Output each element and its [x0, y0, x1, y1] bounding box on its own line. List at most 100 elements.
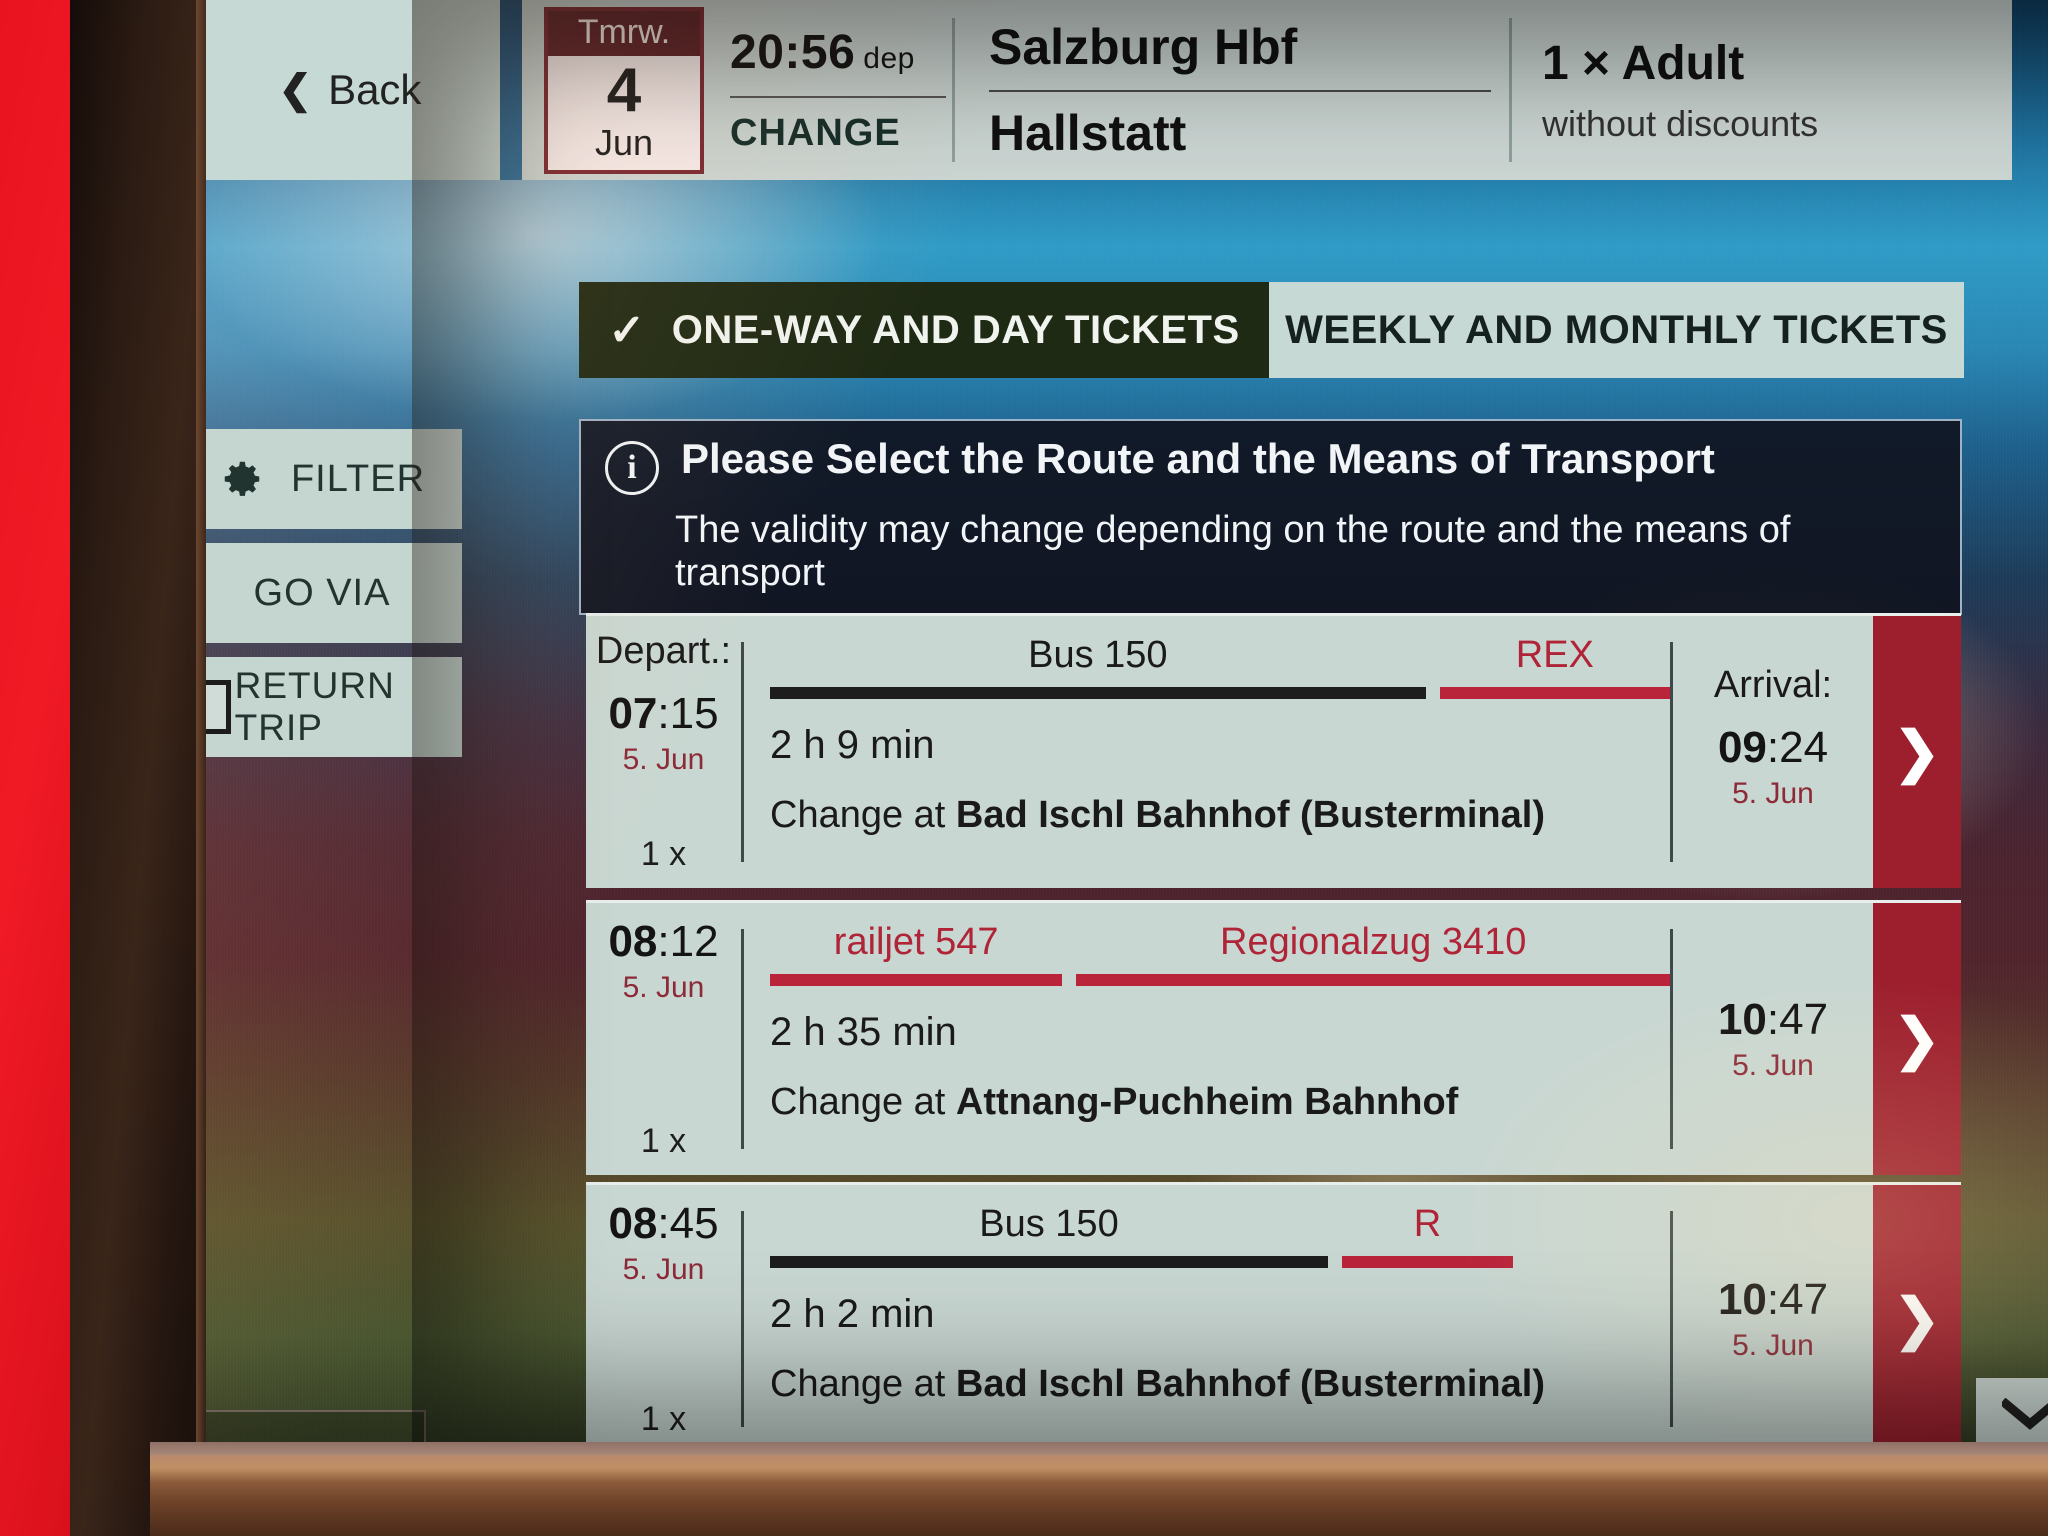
scroll-down-button[interactable]: [1976, 1378, 2048, 1452]
journey-duration: 2 h 2 min: [770, 1292, 935, 1336]
journey-result-row[interactable]: Depart.: 07:15 5. Jun 1 x Bus 150 REX 2 h 9 mi…: [586, 613, 1961, 888]
return-trip-checkbox[interactable]: [206, 680, 231, 734]
journey-leg-bar: [770, 687, 1426, 699]
depart-header: Depart.:: [595, 630, 732, 672]
travel-date-month: Jun: [594, 121, 654, 163]
journey-result-row[interactable]: 08:45 5. Jun 1 x Bus 150 R 2 h 2 min Change at…: [586, 1182, 1961, 1452]
gear-icon: [224, 461, 260, 496]
journey-depart-time: 08:12: [608, 917, 719, 966]
change-time-button[interactable]: CHANGE: [730, 112, 952, 155]
origin-station: Salzburg Hbf: [989, 19, 1298, 75]
journey-arrive-time: 09:24: [1717, 722, 1829, 772]
journey-arrive-date: 5. Jun: [1732, 1329, 1814, 1362]
info-icon: i: [605, 441, 659, 495]
machine-bezel-bottom: [150, 1455, 2048, 1536]
journey-select-arrow-button[interactable]: ❯: [1873, 616, 1961, 888]
journey-leg-name: Bus 150: [1028, 634, 1168, 676]
info-banner-title: Please Select the Route and the Means of…: [681, 435, 1715, 482]
journey-detail-column: Bus 150 R 2 h 2 min Change at Bad Ischl Bah…: [744, 1185, 1670, 1452]
journey-change-station: Bad Ischl Bahnhof (Busterminal): [955, 794, 1545, 836]
journey-leg-bar: [1076, 974, 1670, 986]
journey-select-arrow-button[interactable]: ❯: [1873, 903, 1961, 1175]
journey-change-count: 1 x: [640, 1122, 687, 1160]
journey-leg: REX: [1439, 634, 1670, 699]
journey-leg-bar: [770, 974, 1063, 986]
journey-leg: Regionalzug 3410: [1076, 921, 1670, 986]
trip-summary: Tmrw. 4 Jun 20:56 dep CHANGE Salzburg Hbf…: [522, 0, 2012, 180]
journey-arrival-column: 10:47 5. Jun: [1673, 903, 1873, 1175]
journey-change-prefix: Change at: [770, 1363, 956, 1405]
journey-depart-column: 08:45 5. Jun 1 x: [586, 1185, 741, 1452]
tab-weekly-and-monthly-tickets-label: WEEKLY AND MONTHLY TICKETS: [1285, 307, 1948, 352]
tab-weekly-and-monthly-tickets[interactable]: WEEKLY AND MONTHLY TICKETS: [1269, 282, 1964, 378]
departure-time-value: 20:56: [730, 26, 856, 79]
sidebar-item-return-trip[interactable]: RETURN TRIP: [206, 657, 462, 757]
journey-change-count: 1 x: [640, 835, 687, 873]
chevron-right-icon: ❯: [1893, 1287, 1941, 1350]
journey-depart-date: 5. Jun: [622, 971, 705, 1004]
passenger-discount: without discounts: [1542, 102, 1819, 144]
journey-arrive-date: 5. Jun: [1732, 776, 1814, 810]
machine-red-panel: [0, 0, 78, 1536]
sidebar-item-go-via-label: GO VIA: [253, 571, 391, 614]
touchscreen: ❮ Back Tmrw. 4 Jun 20:56 dep CHANGE Salz…: [206, 0, 2048, 1452]
tab-one-way-and-day-tickets-label: ONE-WAY AND DAY TICKETS: [671, 307, 1240, 352]
sidebar-item-return-trip-label: RETURN TRIP: [234, 665, 395, 748]
departure-time: 20:56 dep: [730, 25, 952, 80]
tab-one-way-and-day-tickets[interactable]: ✓ ONE-WAY AND DAY TICKETS: [579, 282, 1269, 378]
sidebar-item-filter[interactable]: FILTER: [206, 429, 462, 529]
chevron-left-icon: ❮: [278, 68, 313, 112]
journey-duration: 2 h 9 min: [770, 723, 935, 767]
journey-depart-column: 08:12 5. Jun 1 x: [586, 903, 741, 1175]
journey-change-info: Change at Attnang-Puchheim Bahnhof: [770, 1081, 1670, 1124]
ticket-machine: ❮ Back Tmrw. 4 Jun 20:56 dep CHANGE Salz…: [0, 0, 2048, 1536]
departure-time-block: 20:56 dep CHANGE: [730, 25, 952, 155]
travel-date-box[interactable]: Tmrw. 4 Jun: [544, 6, 704, 174]
journey-leg: Bus 150: [770, 1203, 1328, 1268]
info-banner: i Please Select the Route and the Means …: [579, 419, 1962, 615]
journey-change-prefix: Change at: [770, 1081, 956, 1123]
journey-leg-name: Regionalzug 3410: [1220, 921, 1527, 963]
ticket-type-tabs: ✓ ONE-WAY AND DAY TICKETS WEEKLY AND MON…: [579, 282, 1964, 378]
journey-depart-time: 07:15: [608, 689, 719, 738]
destination-station: Hallstatt: [989, 105, 1187, 161]
travel-date-relative: Tmrw.: [548, 10, 700, 56]
journey-detail-column: Bus 150 REX 2 h 9 min Change at Bad Ischl B…: [744, 616, 1670, 888]
journey-result-row[interactable]: 08:12 5. Jun 1 x railjet 547 Regionalzug 341…: [586, 900, 1961, 1175]
route-block[interactable]: Salzburg Hbf Hallstatt: [955, 18, 1509, 162]
route-divider: [989, 90, 1491, 92]
journey-depart-time: 08:45: [608, 1199, 719, 1248]
journey-leg-bar: [770, 1256, 1328, 1268]
journey-leg: Bus 150: [770, 634, 1426, 699]
journey-leg-bar: [1439, 687, 1670, 699]
journey-change-info: Change at Bad Ischl Bahnhof (Busterminal…: [770, 1363, 1670, 1406]
journey-change-info: Change at Bad Ischl Bahnhof (Busterminal…: [770, 794, 1670, 837]
journey-leg: R: [1342, 1203, 1513, 1268]
journey-depart-date: 5. Jun: [622, 1253, 705, 1286]
journey-depart-date: 5. Jun: [622, 743, 705, 776]
check-icon: ✓: [608, 305, 646, 355]
chevron-right-icon: ❯: [1893, 720, 1941, 783]
journey-leg-name: Bus 150: [979, 1203, 1119, 1245]
journey-arrival-column: 10:47 5. Jun: [1673, 1185, 1873, 1452]
journey-leg-name: R: [1413, 1203, 1442, 1245]
chevron-down-icon: [2002, 1398, 2048, 1430]
departure-time-suffix: dep: [863, 42, 915, 75]
journey-duration: 2 h 35 min: [770, 1010, 957, 1054]
info-banner-subtitle: The validity may change depending on the…: [675, 509, 1791, 594]
journey-change-station: Bad Ischl Bahnhof (Busterminal): [955, 1363, 1545, 1405]
sidebar-item-go-via[interactable]: GO VIA: [206, 543, 462, 643]
back-button-label: Back: [328, 66, 422, 113]
journey-detail-column: railjet 547 Regionalzug 3410 2 h 35 min Cha…: [744, 903, 1670, 1175]
journey-leg: railjet 547: [770, 921, 1063, 986]
back-button[interactable]: ❮ Back: [206, 0, 500, 180]
journey-legs: railjet 547 Regionalzug 3410: [770, 921, 1670, 986]
journey-select-arrow-button[interactable]: ❯: [1873, 1185, 1961, 1452]
header-divider: [500, 0, 522, 180]
journey-arrive-date: 5. Jun: [1732, 1049, 1814, 1082]
chevron-right-icon: ❯: [1893, 1007, 1941, 1070]
passenger-block[interactable]: 1 × Adult without discounts: [1512, 36, 2012, 145]
sidebar: FILTER GO VIA RETURN TRIP ✕ RESTART: [206, 180, 462, 1452]
travel-date-day: 4: [606, 55, 642, 125]
journey-arrival-column: Arrival: 09:24 5. Jun: [1673, 616, 1873, 888]
